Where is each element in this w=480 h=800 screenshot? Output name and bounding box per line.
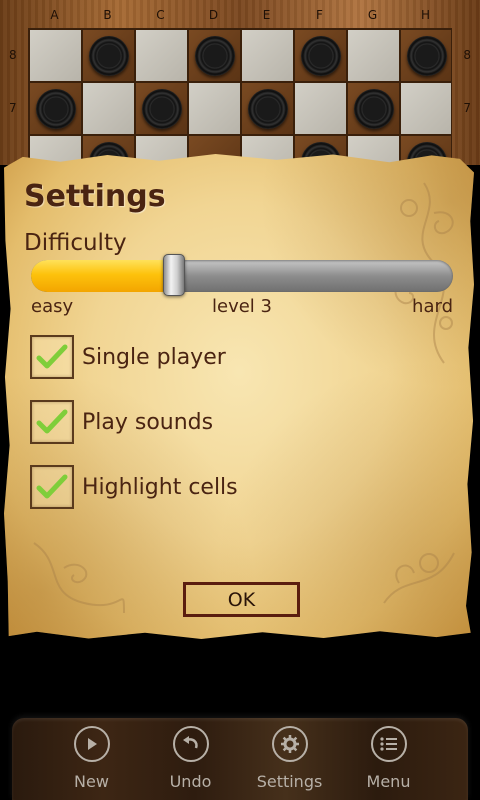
undo-icon [172,726,209,762]
game-board-frame: A B C D E F G H 8 8 7 7 [0,0,480,165]
column-label: C [156,8,165,22]
settings-button[interactable]: Settings [250,718,330,800]
row-label-left: 7 [9,101,17,115]
gear-icon [271,726,308,762]
board-column-labels: A B C D E F G H [28,8,452,22]
black-checker-piece[interactable] [406,35,447,76]
black-checker-piece[interactable] [141,88,182,129]
highlight-cells-option[interactable]: Highlight cells [30,465,238,509]
new-game-label: New [74,772,109,791]
checkmark-icon [36,474,68,499]
black-checker-piece[interactable] [353,88,394,129]
floral-ornament-icon [33,542,125,614]
board-cell-a7[interactable] [29,82,82,135]
board-cell-e8[interactable] [241,29,294,82]
column-label: B [103,8,112,22]
floral-ornament-icon [383,552,455,604]
menu-button[interactable]: Menu [349,718,429,800]
board-cell-b7[interactable] [82,82,135,135]
play-sounds-checkbox[interactable] [30,400,74,444]
column-label: E [262,8,271,22]
board-cell-c7[interactable] [135,82,188,135]
board-cell-h8[interactable] [400,29,451,82]
difficulty-slider[interactable] [31,260,453,292]
single-player-option[interactable]: Single player [30,335,226,379]
column-label: H [420,8,431,22]
highlight-cells-checkbox[interactable] [30,465,74,509]
checkmark-icon [36,409,68,434]
ok-button[interactable]: OK [183,582,300,617]
black-checker-piece[interactable] [194,35,235,76]
difficulty-slider-fill [31,260,175,292]
settings-label: Settings [256,772,323,791]
bottom-toolbar: New Undo Settings Menu [12,718,468,800]
column-label: G [367,8,378,22]
row-label-right: 7 [463,101,471,115]
play-sounds-option[interactable]: Play sounds [30,400,213,444]
single-player-checkbox[interactable] [30,335,74,379]
row-label-right: 8 [463,48,471,62]
highlight-cells-label: Highlight cells [82,474,238,500]
undo-label: Undo [169,772,212,791]
column-label: F [316,8,323,22]
checkmark-icon [36,344,68,369]
board-cell-a8[interactable] [29,29,82,82]
play-sounds-label: Play sounds [82,409,214,435]
list-icon [370,726,407,762]
undo-button[interactable]: Undo [151,718,231,800]
single-player-label: Single player [82,344,226,370]
settings-title: Settings [24,179,166,214]
board-cell-d7[interactable] [188,82,241,135]
difficulty-slider-thumb[interactable] [163,254,186,296]
board-cell-c8[interactable] [135,29,188,82]
difficulty-max-label: hard [412,296,453,317]
board-cell-f8[interactable] [294,29,347,82]
difficulty-scale-labels: easy level 3 hard [31,296,453,320]
play-icon [73,726,110,762]
column-label: A [50,8,59,22]
checkers-board[interactable] [28,28,452,165]
menu-label: Menu [366,772,411,791]
board-cell-g8[interactable] [347,29,400,82]
board-cell-e7[interactable] [241,82,294,135]
board-cell-d8[interactable] [188,29,241,82]
black-checker-piece[interactable] [300,35,341,76]
difficulty-label: Difficulty [24,230,127,256]
board-cell-f7[interactable] [294,82,347,135]
black-checker-piece[interactable] [35,88,76,129]
settings-dialog: Settings Difficulty easy level 3 hard Si… [4,153,474,640]
column-label: D [208,8,219,22]
row-label-left: 8 [9,48,17,62]
black-checker-piece[interactable] [88,35,129,76]
black-checker-piece[interactable] [247,88,288,129]
board-cell-b8[interactable] [82,29,135,82]
new-game-button[interactable]: New [52,718,132,800]
difficulty-min-label: easy [31,296,74,317]
board-cell-h7[interactable] [400,82,451,135]
board-cell-g7[interactable] [347,82,400,135]
difficulty-value-label: level 3 [212,296,272,317]
